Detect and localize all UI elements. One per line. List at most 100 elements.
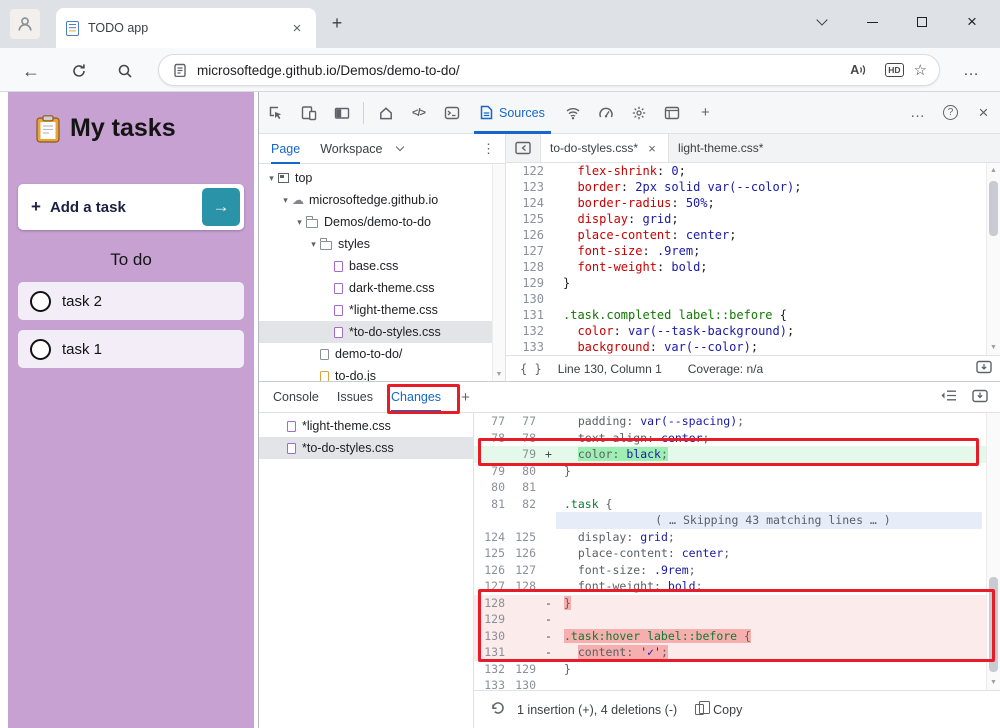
new-tab-button[interactable]: + <box>326 13 348 35</box>
back-button[interactable]: ← <box>18 58 44 84</box>
close-window-button[interactable]: × <box>950 4 994 40</box>
pretty-print-button[interactable]: { } <box>520 362 542 376</box>
tab-application[interactable] <box>656 92 689 134</box>
chevron-expanded-icon[interactable]: ▾ <box>307 239 320 250</box>
tab-memory[interactable] <box>623 92 656 134</box>
inspect-element-button[interactable] <box>259 92 292 134</box>
tab-sources[interactable]: Sources <box>468 92 557 134</box>
line-number[interactable]: 128 <box>506 259 556 275</box>
tree-item-base.css[interactable]: base.css <box>259 255 492 277</box>
line-number[interactable]: 126 <box>506 227 556 243</box>
line-number[interactable]: 127 <box>506 243 556 259</box>
editor-tab-to-do-styles[interactable]: to-do-styles.css* × <box>540 134 669 162</box>
address-bar[interactable]: microsoftedge.github.io/Demos/demo-to-do… <box>158 54 940 86</box>
help-button[interactable]: ? <box>934 92 967 134</box>
minimize-button[interactable] <box>850 4 894 40</box>
browser-tab[interactable]: TODO app × <box>56 8 316 48</box>
task-checkbox[interactable] <box>30 339 51 360</box>
device-toolbar-button[interactable] <box>292 92 325 134</box>
changed-file-item[interactable]: *light-theme.css <box>259 415 473 437</box>
tree-item-microsoftedge.github.io[interactable]: ▾☁microsoftedge.github.io <box>259 189 492 211</box>
task-checkbox[interactable] <box>30 291 51 312</box>
tab-elements[interactable]: </> <box>402 92 435 134</box>
scroll-down-icon[interactable]: ▼ <box>987 341 1000 354</box>
panel-layout-button[interactable] <box>325 92 358 134</box>
browser-menu-button[interactable]: … <box>958 58 984 84</box>
changes-diff-view[interactable]: 7777 padding: var(--spacing);7878 text-a… <box>474 413 986 690</box>
read-aloud-button[interactable]: A <box>850 63 867 77</box>
drawer-toolbar-right <box>940 389 988 406</box>
chevron-expanded-icon[interactable]: ▾ <box>279 195 292 206</box>
navigator-scrollbar[interactable]: ▼ <box>492 164 505 381</box>
tab-page[interactable]: Page <box>271 134 300 164</box>
line-number[interactable]: 129 <box>506 275 556 291</box>
add-drawer-tab-button[interactable]: + <box>461 389 470 406</box>
editor-tab-strip: to-do-styles.css* × light-theme.css* <box>506 134 1000 163</box>
changed-file-item[interactable]: *to-do-styles.css <box>259 437 473 459</box>
diff-scrollbar[interactable]: ▼ <box>986 413 1000 690</box>
editor-tab-light-theme[interactable]: light-theme.css* <box>669 134 772 162</box>
refresh-button[interactable] <box>66 58 92 84</box>
drawer-tab-changes[interactable]: Changes <box>391 382 441 413</box>
tab-close-icon[interactable]: × <box>288 20 306 37</box>
drawer-tab-console[interactable]: Console <box>273 382 319 413</box>
scrollbar-thumb[interactable] <box>989 181 998 236</box>
drawer-tab-issues[interactable]: Issues <box>337 382 373 413</box>
tab-console[interactable] <box>435 92 468 134</box>
search-button[interactable] <box>112 58 138 84</box>
tree-item-to-do-styles.css[interactable]: *to-do-styles.css <box>259 321 492 343</box>
tree-item-dark-theme.css[interactable]: dark-theme.css <box>259 277 492 299</box>
minimize-icon <box>867 22 878 23</box>
tree-item-light-theme.css[interactable]: *light-theme.css <box>259 299 492 321</box>
line-number[interactable]: 122 <box>506 163 556 179</box>
revert-button[interactable] <box>490 701 505 718</box>
more-tabs-button[interactable]: + <box>689 92 722 134</box>
scroll-down-icon[interactable]: ▼ <box>987 676 1000 689</box>
navigator-more-icon[interactable]: ⋮ <box>482 141 495 157</box>
chevron-expanded-icon[interactable]: ▾ <box>293 217 306 228</box>
line-number[interactable]: 123 <box>506 179 556 195</box>
scroll-up-icon[interactable]: ▲ <box>987 164 1000 177</box>
copy-icon[interactable] <box>695 704 704 715</box>
css-file-icon <box>287 443 296 454</box>
tree-item-demosdemo-to-do[interactable]: ▾Demos/demo-to-do <box>259 211 492 233</box>
tab-network[interactable] <box>557 92 590 134</box>
tree-item-demo-to-do[interactable]: demo-to-do/ <box>259 343 492 365</box>
browser-chevron-button[interactable] <box>800 4 844 40</box>
code-editor[interactable]: 122 flex-shrink: 0;123 border: 2px solid… <box>506 163 986 355</box>
dock-drawer-button[interactable] <box>972 389 988 406</box>
tab-performance[interactable] <box>590 92 623 134</box>
copy-button[interactable]: Copy <box>713 703 742 717</box>
devtools-menu-button[interactable]: … <box>901 92 934 134</box>
line-number[interactable]: 130 <box>506 291 556 307</box>
close-tab-icon[interactable]: × <box>645 141 659 156</box>
line-number[interactable]: 124 <box>506 195 556 211</box>
line-number[interactable]: 133 <box>506 339 556 355</box>
line-number[interactable]: 132 <box>506 323 556 339</box>
tree-item-to-do.js[interactable]: to-do.js <box>259 365 492 381</box>
chevron-down-icon[interactable] <box>395 143 403 151</box>
scroll-down-icon[interactable]: ▼ <box>493 368 505 381</box>
task-item[interactable]: task 1 <box>18 330 244 368</box>
maximize-button[interactable] <box>900 4 944 40</box>
profile-avatar[interactable] <box>10 9 40 39</box>
close-devtools-button[interactable]: × <box>967 92 1000 134</box>
add-task-submit-button[interactable]: → <box>202 188 240 226</box>
toggle-navigator-button[interactable] <box>506 134 540 162</box>
task-item[interactable]: task 2 <box>18 282 244 320</box>
url-text[interactable]: microsoftedge.github.io/Demos/demo-to-do… <box>197 63 850 78</box>
line-number[interactable]: 131 <box>506 307 556 323</box>
favorites-star-icon[interactable]: ☆ <box>914 61 927 79</box>
add-task-input[interactable]: + Add a task → <box>18 184 244 230</box>
line-number[interactable]: 125 <box>506 211 556 227</box>
scrollbar-thumb[interactable] <box>989 577 998 672</box>
open-drawer-button[interactable] <box>976 360 992 377</box>
hd-badge[interactable]: HD <box>885 63 903 77</box>
chevron-expanded-icon[interactable]: ▾ <box>265 173 278 184</box>
tree-item-top[interactable]: ▾top <box>259 167 492 189</box>
tab-workspace[interactable]: Workspace <box>320 134 382 164</box>
tree-item-styles[interactable]: ▾styles <box>259 233 492 255</box>
tab-welcome[interactable] <box>369 92 402 134</box>
editor-scrollbar[interactable]: ▲ ▼ <box>986 163 1000 355</box>
expand-drawer-button[interactable] <box>940 389 958 405</box>
